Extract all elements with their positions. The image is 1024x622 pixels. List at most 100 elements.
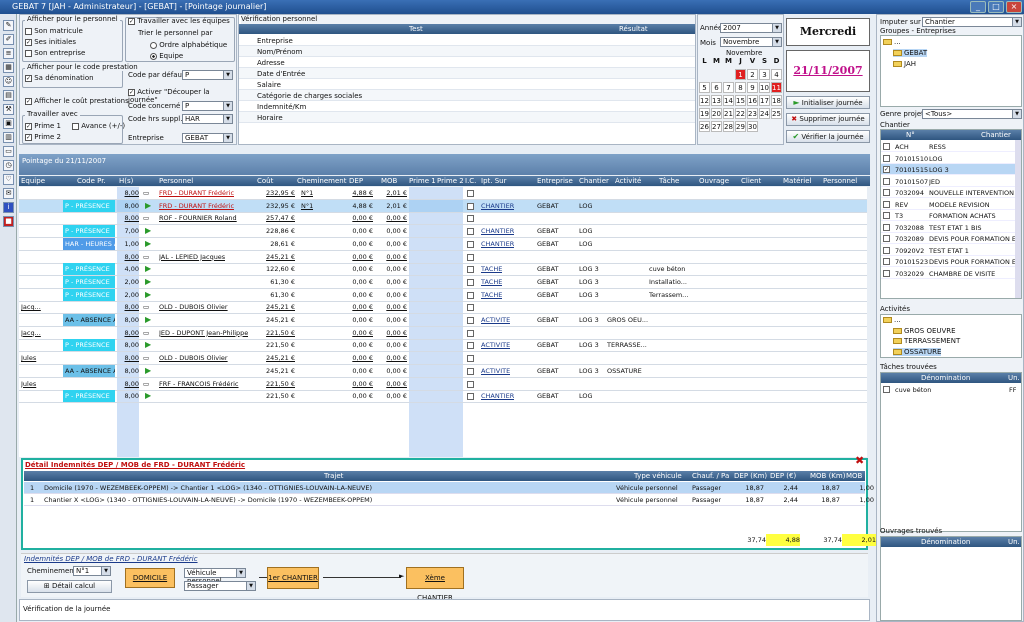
team-cell[interactable]: Jacq... (21, 301, 61, 313)
hours-cell[interactable]: 8,00 (121, 390, 139, 402)
calendar-day[interactable]: 13 (711, 95, 722, 106)
option-prime1[interactable]: ✓ Prime 1 (25, 122, 61, 130)
ic-checkbox[interactable] (467, 278, 474, 286)
hours-cell[interactable]: 2,00 (121, 276, 139, 288)
calendar-day[interactable]: 26 (699, 121, 710, 132)
calendar-day[interactable]: 7 (723, 82, 734, 93)
code-cell[interactable]: AA - ABSENCE AL (63, 314, 115, 326)
chantier-checkbox[interactable] (883, 189, 890, 196)
minus-icon[interactable]: ▭ (143, 352, 149, 364)
code-cell[interactable]: P - PRÉSENCE (63, 288, 115, 301)
domicile-box[interactable]: DOMICILE (125, 568, 175, 588)
calendar-day[interactable]: 3 (759, 69, 770, 80)
company-select[interactable]: GEBAT ▼ (182, 133, 233, 143)
activity-item[interactable]: ... (883, 316, 901, 324)
group-tree-item[interactable]: GEBAT (893, 49, 928, 57)
calendar-day[interactable]: 12 (699, 95, 710, 106)
init-day-button[interactable]: ► Initialiser journée (786, 96, 870, 109)
chantier-checkbox[interactable] (883, 154, 890, 162)
chem-cell[interactable]: N°1 (301, 187, 313, 199)
verify-day-button[interactable]: ✔ Vérifier la journée (786, 130, 870, 143)
calendar-day[interactable]: 8 (735, 82, 746, 93)
calendar-day[interactable]: 17 (759, 95, 770, 106)
chantier-checkbox[interactable]: ✓ (883, 166, 890, 173)
hours-cell[interactable]: 8,00 (121, 352, 139, 364)
chantier-row[interactable]: 7032089 DEVIS POUR FORMATION ETA (881, 233, 1015, 244)
pointage-row[interactable]: 8,00 ▭ ROF - FOURNIER Roland 257,47 € 0,00 €… (19, 212, 867, 226)
pointage-row[interactable]: P - PRÉSENCE 2,00 ▶ 61,30 € 0,00 € 0,00 € TACH… (19, 288, 867, 302)
calendar-day[interactable]: 2 (747, 69, 758, 80)
person-cell[interactable]: JAL - LEPIED Jacques (159, 251, 225, 263)
pointage-row[interactable]: P - PRÉSENCE 8,00 ▶ FRD - DURANT Frédéric 23… (19, 199, 867, 213)
code-cell[interactable]: P - PRÉSENCE (63, 275, 115, 288)
document-icon[interactable]: ▤ (3, 90, 14, 101)
code-cell[interactable]: P - PRÉSENCE (63, 339, 115, 352)
calendar-day[interactable]: 18 (771, 95, 782, 106)
hours-cell[interactable]: 2,00 (121, 289, 139, 301)
option-denomination[interactable]: ✓ Sa dénomination (25, 74, 94, 82)
team-cell[interactable]: Jules (21, 378, 61, 390)
calendar-day[interactable]: 14 (723, 95, 734, 106)
code-cell[interactable]: AA - ABSENCE AL (63, 364, 115, 377)
team-cell[interactable]: Jacq... (21, 327, 61, 339)
chantier-checkbox[interactable] (883, 212, 890, 219)
minus-icon[interactable]: ▭ (143, 212, 149, 224)
person-cell[interactable]: OLD - DUBOIS Olivier (159, 301, 228, 313)
pointage-row[interactable]: Jacq... 8,00 ▭ OLD - DUBOIS Olivier 245,21 €… (19, 301, 867, 315)
person-icon[interactable]: ☺ (3, 76, 14, 87)
chantier-row[interactable]: ✓ 70101515 LOG 3 (881, 164, 1015, 175)
first-site-box[interactable]: 1er CHANTIER (267, 567, 319, 589)
minimize-button[interactable]: _ (970, 1, 986, 13)
person-cell[interactable]: FRF - FRANCOIS Frédéric (159, 378, 239, 390)
ic-checkbox[interactable] (467, 266, 474, 274)
code-cell[interactable]: P - PRÉSENCE (63, 225, 115, 238)
option-entreprise[interactable]: Son entreprise (25, 49, 85, 57)
minus-icon[interactable]: ▭ (143, 187, 149, 199)
person-cell[interactable]: OLD - DUBOIS Olivier (159, 352, 228, 364)
task-row[interactable]: cuve béton FF (881, 384, 1021, 395)
hours-cell[interactable]: 8,00 (121, 187, 139, 199)
chantier-checkbox[interactable] (883, 258, 890, 265)
ic-checkbox[interactable] (467, 202, 474, 210)
month-select[interactable]: Novembre ▼ (720, 37, 782, 47)
calendar-day[interactable]: 24 (759, 108, 770, 119)
ipt-cell[interactable]: TACHE (481, 263, 502, 275)
pointage-row[interactable]: Jacq... 8,00 ▭ JED - DUPONT Jean-Philippe 22… (19, 327, 867, 340)
hours-cell[interactable]: 8,00 (121, 314, 139, 326)
chart-icon[interactable]: ▥ (3, 132, 14, 143)
chantier-checkbox[interactable] (883, 269, 890, 277)
pointage-row[interactable]: AA - ABSENCE AL 8,00 ▶ 245,21 € 0,00 € 0,00 €… (19, 364, 867, 378)
calendar-day[interactable]: 1 (735, 69, 746, 80)
chantier-row[interactable]: 70101507 JED (881, 176, 1015, 187)
ic-checkbox[interactable] (467, 228, 474, 236)
impute-select[interactable]: Chantier ▼ (922, 17, 1022, 27)
calendar-day[interactable]: 27 (711, 121, 722, 132)
hours-cell[interactable]: 8,00 (121, 327, 139, 339)
detail-row[interactable]: 1 Domicile (1970 - WEZEMBEEK-OPPEM) -> Ch… (24, 482, 874, 494)
truck-icon[interactable]: ▣ (3, 118, 14, 129)
ic-checkbox[interactable] (467, 367, 474, 375)
chantier-row[interactable]: 70920V2 TEST ETAT 1 (881, 245, 1015, 256)
ic-checkbox[interactable] (467, 393, 474, 401)
option-initiales[interactable]: ✓ Ses initiales (25, 38, 76, 46)
delete-day-button[interactable]: ✖ Supprimer journée (786, 113, 870, 126)
calendar-day[interactable]: 30 (747, 121, 758, 132)
hrs-code-select[interactable]: HAR ▼ (182, 114, 233, 124)
chem-select[interactable]: N°1 ▼ (73, 566, 111, 576)
ic-checkbox[interactable] (467, 240, 474, 248)
stop-icon[interactable]: ■ (3, 216, 14, 227)
chantier-row[interactable]: 7032094 NOUVELLE INTERVENTION 1 (881, 187, 1015, 198)
code-cell[interactable]: P - PRÉSENCE (63, 263, 115, 276)
pointage-row[interactable]: P - PRÉSENCE 8,00 ▶ 221,50 € 0,00 € 0,00 € CHA… (19, 390, 867, 404)
person-cell[interactable]: ROF - FOURNIER Roland (159, 212, 237, 224)
option-prime2[interactable]: ✓ Prime 2 (25, 133, 61, 141)
hours-cell[interactable]: 8,00 (121, 365, 139, 377)
calendar-day[interactable]: 29 (735, 121, 746, 132)
verification-row[interactable]: Salaire (239, 79, 695, 90)
concerned-code-select[interactable]: P ▼ (182, 101, 233, 111)
option-show-cost[interactable]: ✓ Afficher le coût prestations (25, 97, 129, 105)
ic-checkbox[interactable] (467, 291, 474, 299)
close-detail-icon[interactable]: ✖ (855, 454, 864, 467)
calendar-icon[interactable]: ▦ (3, 62, 14, 73)
code-cell[interactable]: P - PRÉSENCE (63, 199, 115, 212)
